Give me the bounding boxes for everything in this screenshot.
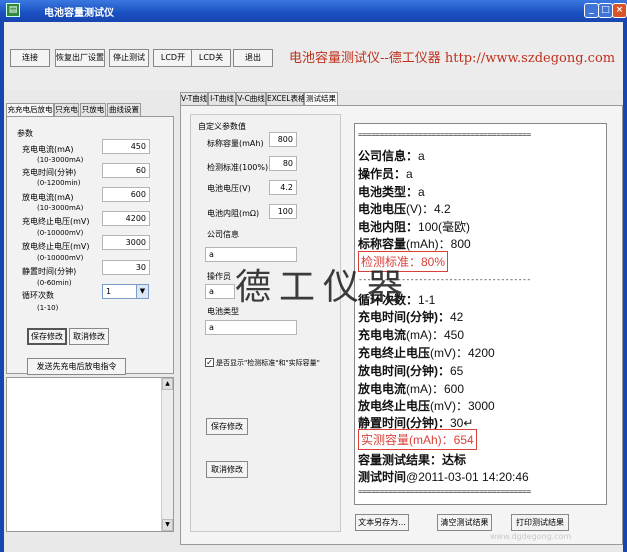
discharge-end-voltage-range: (0-10000mV): [37, 254, 84, 262]
charge-end-voltage-input[interactable]: 4200: [102, 211, 150, 226]
cancel-custom-button[interactable]: 取消修改: [206, 461, 248, 478]
tab-it-curve[interactable]: I-T曲线: [208, 92, 236, 105]
resistance-input[interactable]: 100: [269, 204, 297, 219]
minimize-button[interactable]: _: [584, 3, 599, 18]
maximize-button[interactable]: □: [598, 3, 613, 18]
cycle-count-select[interactable]: 1 ▼: [102, 284, 149, 299]
print-results-button[interactable]: 打印测试结果: [511, 514, 569, 531]
parameter-panel: 参数 充电电流(mA) (10-3000mA) 450 充电时间(分钟) (0-…: [6, 116, 174, 375]
close-button[interactable]: ×: [612, 3, 627, 18]
result-operator: 操作员：a: [358, 167, 413, 181]
window-title: 电池容量测试仪: [44, 8, 114, 19]
result-resistance: 电池内阻：100(毫欧): [358, 220, 471, 234]
result-company: 公司信息：a: [358, 149, 425, 163]
result-discharge-current: 放电电流(mA)：600: [358, 382, 465, 396]
save-custom-button[interactable]: 保存修改: [206, 418, 248, 435]
standard-label: 检测标准(100%): [207, 163, 269, 172]
result-battery-type: 电池类型：a: [358, 185, 425, 199]
battery-type-input[interactable]: a: [205, 320, 297, 335]
custom-params-title: 自定义参数值: [198, 122, 246, 131]
discharge-current-range: (10-3000mA): [37, 204, 84, 212]
result-charge-current: 充电电流(mA)：450: [358, 328, 465, 342]
charge-end-voltage-range: (0-10000mV): [37, 229, 84, 237]
tab-discharge-only[interactable]: 只放电: [80, 103, 106, 116]
discharge-end-voltage-input[interactable]: 3000: [102, 235, 150, 250]
stop-test-button[interactable]: 停止测试: [109, 49, 149, 67]
result-separator-top: ========================================: [358, 130, 531, 139]
resistance-label: 电池内阻(mΩ): [207, 209, 260, 218]
result-nominal-capacity: 标称容量(mAh)：800: [358, 237, 471, 251]
cancel-params-button[interactable]: 取消修改: [69, 328, 109, 345]
cycle-count-label: 循环次数: [22, 291, 54, 300]
discharge-current-label: 放电电流(mA): [22, 193, 74, 202]
tab-charge-discharge[interactable]: 充充电后放电: [6, 103, 54, 117]
footer-watermark: www.dgdegong.com: [490, 532, 572, 541]
result-discharge-end-voltage: 放电终止电压(mV)：3000: [358, 399, 495, 413]
cycle-count-value: 1: [106, 287, 112, 296]
rest-time-range: (0-60min): [37, 279, 72, 287]
charge-current-range: (10-3000mA): [37, 156, 84, 164]
discharge-current-input[interactable]: 600: [102, 187, 150, 202]
result-conclusion: 容量测试结果：达标: [358, 453, 467, 467]
charge-current-label: 充电电流(mA): [22, 145, 74, 154]
connect-button[interactable]: 连接: [10, 49, 50, 67]
scroll-down-icon[interactable]: ▼: [162, 519, 173, 531]
tab-charge-only[interactable]: 只充电: [54, 103, 79, 116]
result-voltage: 电池电压(V)：4.2: [358, 202, 451, 216]
tab-vt-curve[interactable]: V-T曲线: [180, 92, 208, 105]
nominal-capacity-label: 标称容量(mAh): [207, 139, 264, 148]
show-standard-checkbox[interactable]: ✓: [205, 358, 214, 367]
test-result-area[interactable]: ========================================…: [354, 123, 607, 505]
charge-end-voltage-label: 充电终止电压(mV): [22, 217, 90, 226]
show-standard-label: 是否显示"检测标准"和"实际容量": [216, 359, 320, 367]
tab-excel[interactable]: EXCEL表格: [266, 92, 306, 105]
battery-app-icon: ▤: [6, 3, 20, 17]
send-command-button[interactable]: 发送先充电后放电指令: [27, 358, 126, 375]
tab-test-result[interactable]: 测试结果: [304, 92, 338, 106]
window-frame-right: [623, 22, 627, 552]
brand-banner: 电池容量测试仪--德工仪器 http://www.szdegong.com: [289, 51, 616, 66]
params-group-title: 参数: [17, 129, 33, 138]
result-discharge-time: 放电时间(分钟)：65: [358, 364, 464, 378]
rest-time-input[interactable]: 30: [102, 260, 150, 275]
toolbar: 连接 恢复出厂设置 停止测试 LCD开 LCD关 退出 电池容量测试仪--德工仪…: [4, 22, 623, 90]
battery-voltage-label: 电池电压(V): [207, 184, 251, 193]
window-frame-left: [0, 22, 4, 552]
battery-voltage-input[interactable]: 4.2: [269, 180, 297, 195]
charge-current-input[interactable]: 450: [102, 139, 150, 154]
rest-time-label: 静置时间(分钟): [22, 267, 77, 276]
charge-time-input[interactable]: 60: [102, 163, 150, 178]
standard-input[interactable]: 80: [269, 156, 297, 171]
result-actual-capacity-highlight: 实测容量(mAh)：654: [358, 429, 477, 450]
exit-button[interactable]: 退出: [233, 49, 273, 67]
lcd-off-button[interactable]: LCD关: [191, 49, 231, 67]
tab-vc-curve[interactable]: V-C曲线: [236, 92, 266, 105]
operator-label: 操作员: [207, 272, 231, 281]
charge-time-range: (0-1200min): [37, 179, 81, 187]
factory-reset-button[interactable]: 恢复出厂设置: [55, 49, 105, 67]
result-test-time: 测试时间@2011-03-01 14:20:46: [358, 470, 529, 484]
discharge-end-voltage-label: 放电终止电压(mV): [22, 242, 90, 251]
operator-input[interactable]: a: [205, 284, 235, 299]
watermark-logo: 德工仪器: [235, 267, 412, 308]
result-charge-end-voltage: 充电终止电压(mV)：4200: [358, 346, 495, 360]
log-textarea[interactable]: ▲ ▼: [6, 377, 174, 532]
save-params-button[interactable]: 保存修改: [27, 328, 67, 345]
clear-results-button[interactable]: 清空测试结果: [437, 514, 492, 531]
result-charge-time: 充电时间(分钟)：42: [358, 310, 464, 324]
result-separator-bottom: ========================================: [358, 487, 531, 496]
log-scrollbar[interactable]: ▲ ▼: [161, 378, 173, 531]
nominal-capacity-input[interactable]: 800: [269, 132, 297, 147]
company-label: 公司信息: [207, 230, 239, 239]
tab-curve-settings[interactable]: 曲线设置: [107, 103, 141, 116]
title-bar: ▤ 电池容量测试仪 _ □ ×: [0, 0, 627, 22]
cycle-count-range: (1-10): [37, 304, 59, 312]
charge-time-label: 充电时间(分钟): [22, 168, 77, 177]
scroll-up-icon[interactable]: ▲: [162, 378, 173, 390]
lcd-on-button[interactable]: LCD开: [153, 49, 193, 67]
chevron-down-icon[interactable]: ▼: [136, 285, 148, 298]
save-text-button[interactable]: 文本另存为...: [355, 514, 409, 531]
